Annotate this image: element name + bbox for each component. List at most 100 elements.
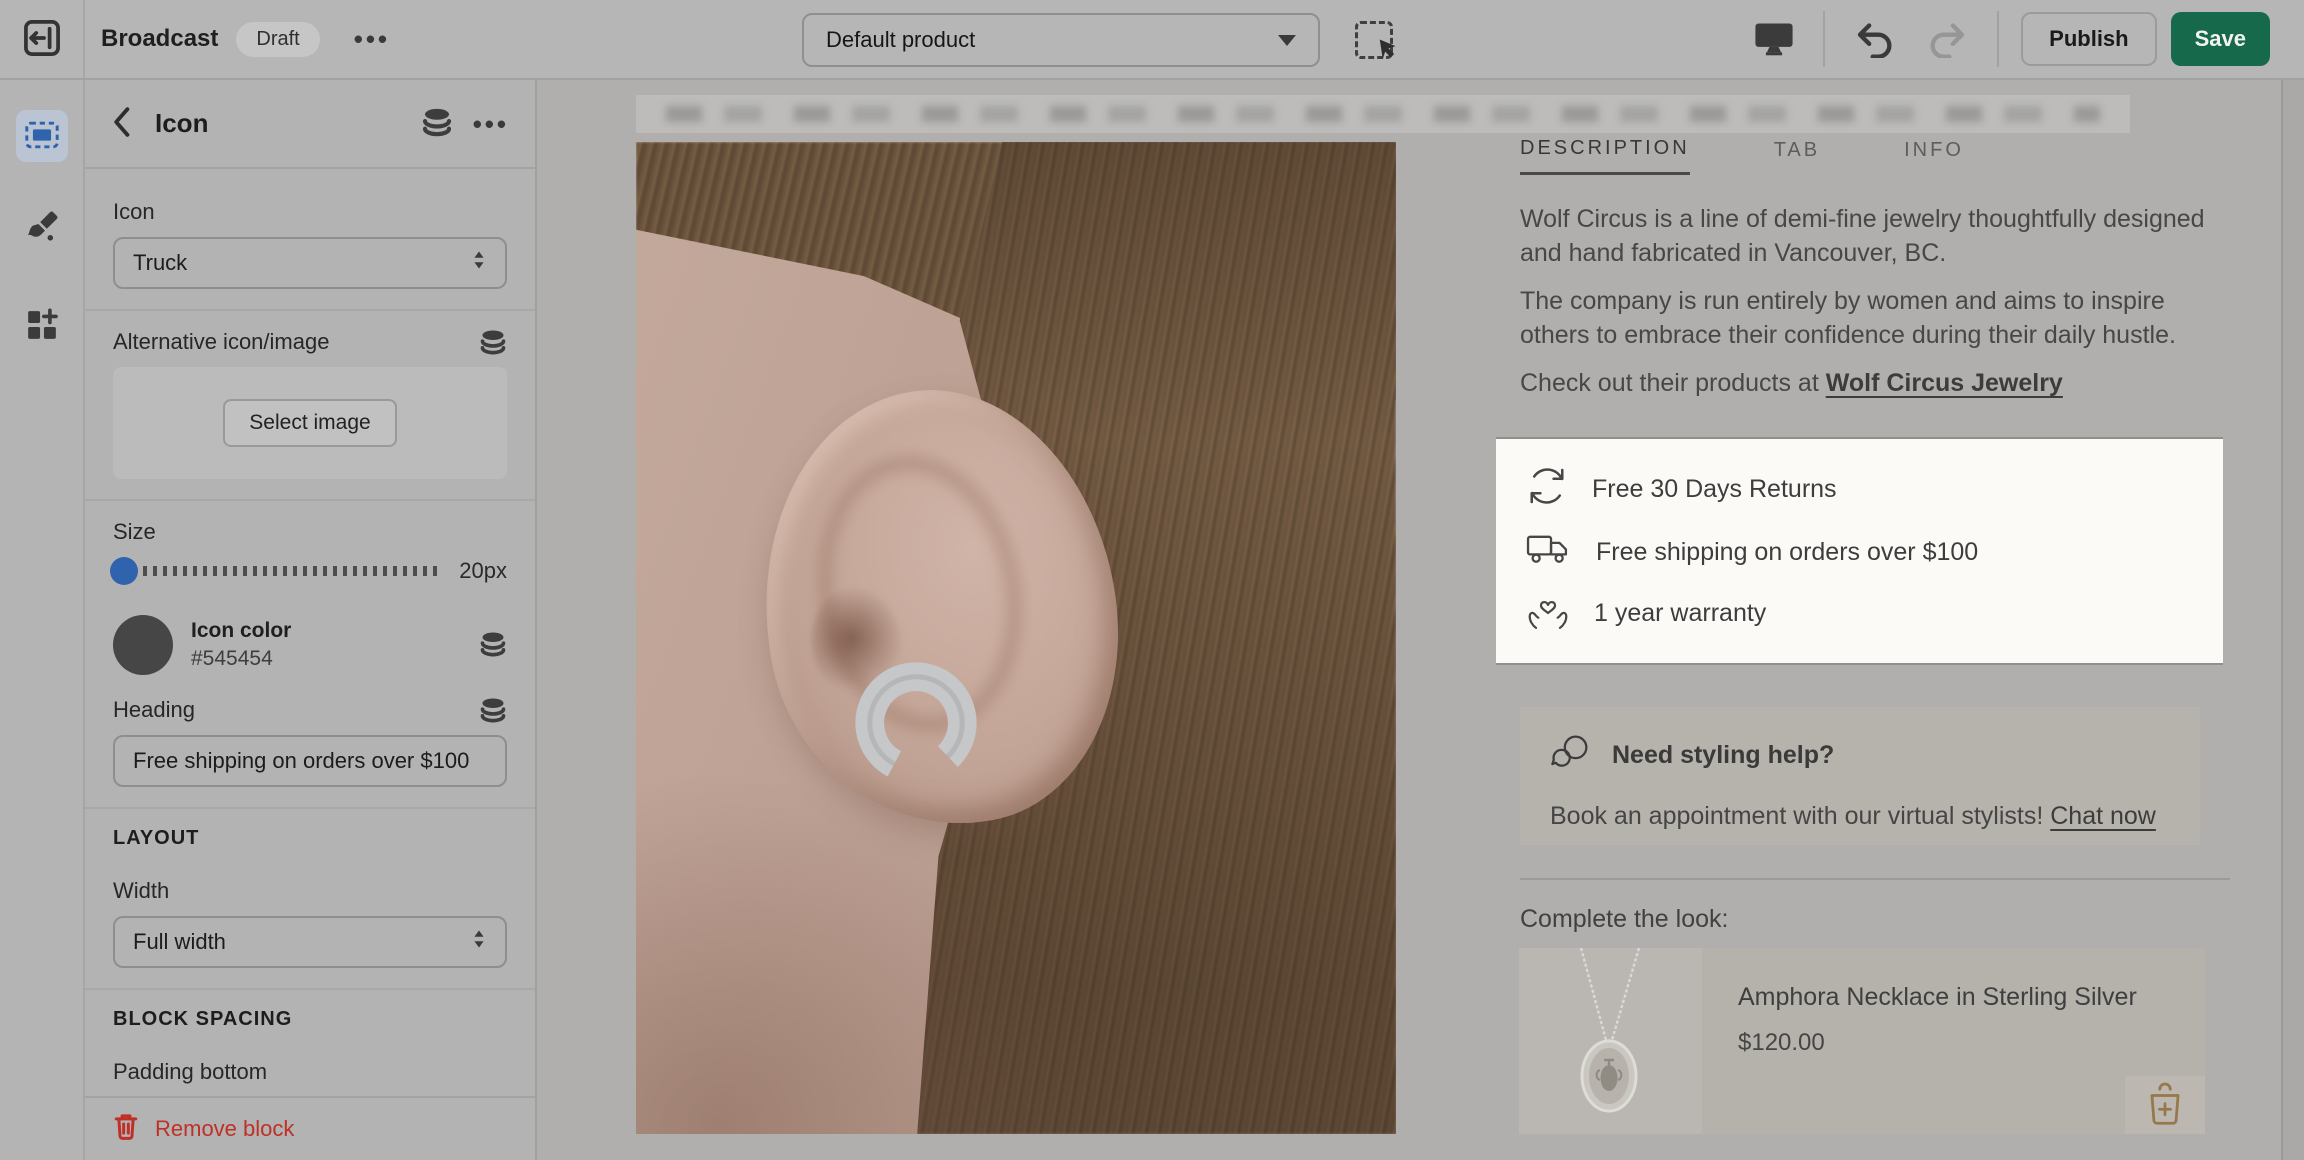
- description-paragraph: Check out their products at Wolf Circus …: [1520, 366, 2230, 400]
- icon-field-label: Icon: [113, 199, 507, 225]
- bag-plus-icon: [2145, 1080, 2185, 1131]
- heading-input[interactable]: [113, 735, 507, 787]
- updown-chevrons-icon: [471, 927, 487, 957]
- dynamic-source-color-button[interactable]: [479, 631, 507, 660]
- add-to-bag-button[interactable]: [2125, 1076, 2205, 1134]
- ellipsis-icon: •••: [473, 119, 509, 129]
- dynamic-source-header-button[interactable]: [421, 107, 453, 140]
- tab-tab[interactable]: TAB: [1774, 137, 1820, 175]
- divider: [1823, 11, 1825, 67]
- dynamic-source-heading-button[interactable]: [479, 697, 507, 726]
- description-paragraph: Wolf Circus is a line of demi-fine jewel…: [1520, 202, 2230, 270]
- block-options-menu-button[interactable]: •••: [473, 119, 509, 129]
- trash-icon: [113, 1111, 139, 1147]
- icon-select[interactable]: Truck: [113, 237, 507, 289]
- scrolled-content-edge: [636, 95, 2130, 133]
- save-button[interactable]: Save: [2171, 12, 2270, 66]
- theme-preview: DESCRIPTION TAB INFO Wolf Circus is a li…: [537, 80, 2304, 1160]
- wolf-circus-link[interactable]: Wolf Circus Jewelry: [1826, 369, 2063, 397]
- icon-color-hex: #545454: [191, 647, 291, 671]
- paintbrush-icon: [24, 209, 60, 248]
- rail-sections-tab[interactable]: [16, 110, 68, 162]
- benefit-text: Free shipping on orders over $100: [1596, 538, 1978, 567]
- redo-button[interactable]: [1919, 12, 1975, 67]
- publish-button[interactable]: Publish: [2021, 12, 2156, 66]
- related-product-title: Amphora Necklace in Sterling Silver: [1738, 982, 2158, 1013]
- device-preview-button[interactable]: [1747, 14, 1801, 65]
- benefit-row: 1 year warranty: [1526, 590, 2223, 637]
- product-photo: [636, 142, 1396, 1134]
- section-picker-button[interactable]: [1353, 19, 1395, 61]
- stack-icon: [479, 631, 507, 660]
- apps-icon: [24, 307, 60, 346]
- size-value: 20px: [443, 558, 507, 584]
- rail-theme-settings-tab[interactable]: [16, 202, 68, 254]
- back-button[interactable]: [111, 106, 131, 141]
- color-swatch[interactable]: [113, 615, 173, 675]
- selected-icons-section[interactable]: Free 30 Days Returns Free shipping on or…: [1496, 437, 2223, 665]
- width-select[interactable]: Full width: [113, 916, 507, 968]
- description-paragraph: The company is run entirely by women and…: [1520, 284, 2230, 352]
- editor-rail: [0, 80, 85, 1160]
- undo-icon: [1853, 18, 1897, 61]
- updown-chevrons-icon: [471, 248, 487, 278]
- chevron-down-icon: [1278, 35, 1296, 46]
- select-image-button[interactable]: Select image: [223, 399, 396, 447]
- related-product-card[interactable]: Amphora Necklace in Sterling Silver $120…: [1519, 948, 2205, 1134]
- icon-select-value: Truck: [133, 250, 187, 276]
- complete-look-heading: Complete the look:: [1520, 905, 1728, 934]
- panel-scroll-area[interactable]: Icon Truck Alternative icon/image Select…: [85, 169, 535, 1096]
- rail-apps-tab[interactable]: [16, 300, 68, 352]
- theme-name: Broadcast: [101, 25, 218, 53]
- divider: [85, 499, 535, 501]
- divider: [85, 309, 535, 311]
- chat-bubbles-icon: [1550, 733, 1592, 778]
- preview-right-gutter[interactable]: [2281, 80, 2304, 1160]
- related-product-price: $120.00: [1738, 1029, 2158, 1057]
- product-tabs: DESCRIPTION TAB INFO: [1520, 137, 1964, 175]
- panel-header: Icon •••: [85, 80, 535, 169]
- ellipsis-icon: •••: [354, 34, 390, 44]
- size-slider[interactable]: [113, 566, 443, 576]
- remove-block-button[interactable]: Remove block: [113, 1111, 294, 1147]
- width-select-value: Full width: [133, 929, 226, 955]
- truck-icon: [1526, 531, 1572, 574]
- icon-color-setting[interactable]: Icon color #545454: [113, 615, 507, 675]
- stack-icon: [479, 697, 507, 726]
- divider: [85, 988, 535, 990]
- dynamic-source-image-button[interactable]: [479, 329, 507, 358]
- tab-info[interactable]: INFO: [1904, 137, 1964, 175]
- icon-color-label: Icon color: [191, 619, 291, 643]
- panel-title: Icon: [155, 108, 208, 139]
- layout-section-header: LAYOUT: [113, 827, 507, 850]
- earring-graphic: [841, 648, 991, 803]
- benefit-row: Free 30 Days Returns: [1526, 465, 2223, 514]
- description-text: Check out their products at: [1520, 369, 1826, 397]
- redo-icon: [1925, 18, 1969, 61]
- refresh-icon: [1526, 465, 1568, 514]
- size-field-label: Size: [113, 519, 507, 545]
- alt-image-label: Alternative icon/image: [113, 329, 329, 355]
- template-selector-value: Default product: [826, 27, 975, 53]
- topbar-right: Publish Save: [1747, 11, 2304, 67]
- styling-help-banner: Need styling help? Book an appointment w…: [1520, 707, 2200, 845]
- image-dropzone[interactable]: Select image: [113, 367, 507, 479]
- tab-description[interactable]: DESCRIPTION: [1520, 137, 1690, 175]
- topbar-center: Default product: [802, 13, 1395, 67]
- product-description: Wolf Circus is a line of demi-fine jewel…: [1520, 202, 2230, 414]
- undo-button[interactable]: [1847, 12, 1903, 67]
- necklace-thumbnail: [1519, 948, 1702, 1134]
- styling-help-body: Book an appointment with our virtual sty…: [1550, 802, 2170, 831]
- chat-now-link[interactable]: Chat now: [2050, 802, 2156, 830]
- sections-icon: [25, 121, 59, 152]
- cursor-icon: [1377, 38, 1399, 65]
- size-slider-thumb[interactable]: [110, 557, 138, 585]
- divider: [1520, 878, 2230, 880]
- topbar: Broadcast Draft ••• Default product: [0, 0, 2304, 80]
- block-spacing-section-header: BLOCK SPACING: [113, 1008, 507, 1031]
- divider: [1997, 11, 1999, 67]
- template-selector-dropdown[interactable]: Default product: [802, 13, 1320, 67]
- exit-zone: [0, 0, 85, 78]
- exit-editor-button[interactable]: [14, 10, 70, 69]
- theme-options-menu-button[interactable]: •••: [348, 28, 396, 50]
